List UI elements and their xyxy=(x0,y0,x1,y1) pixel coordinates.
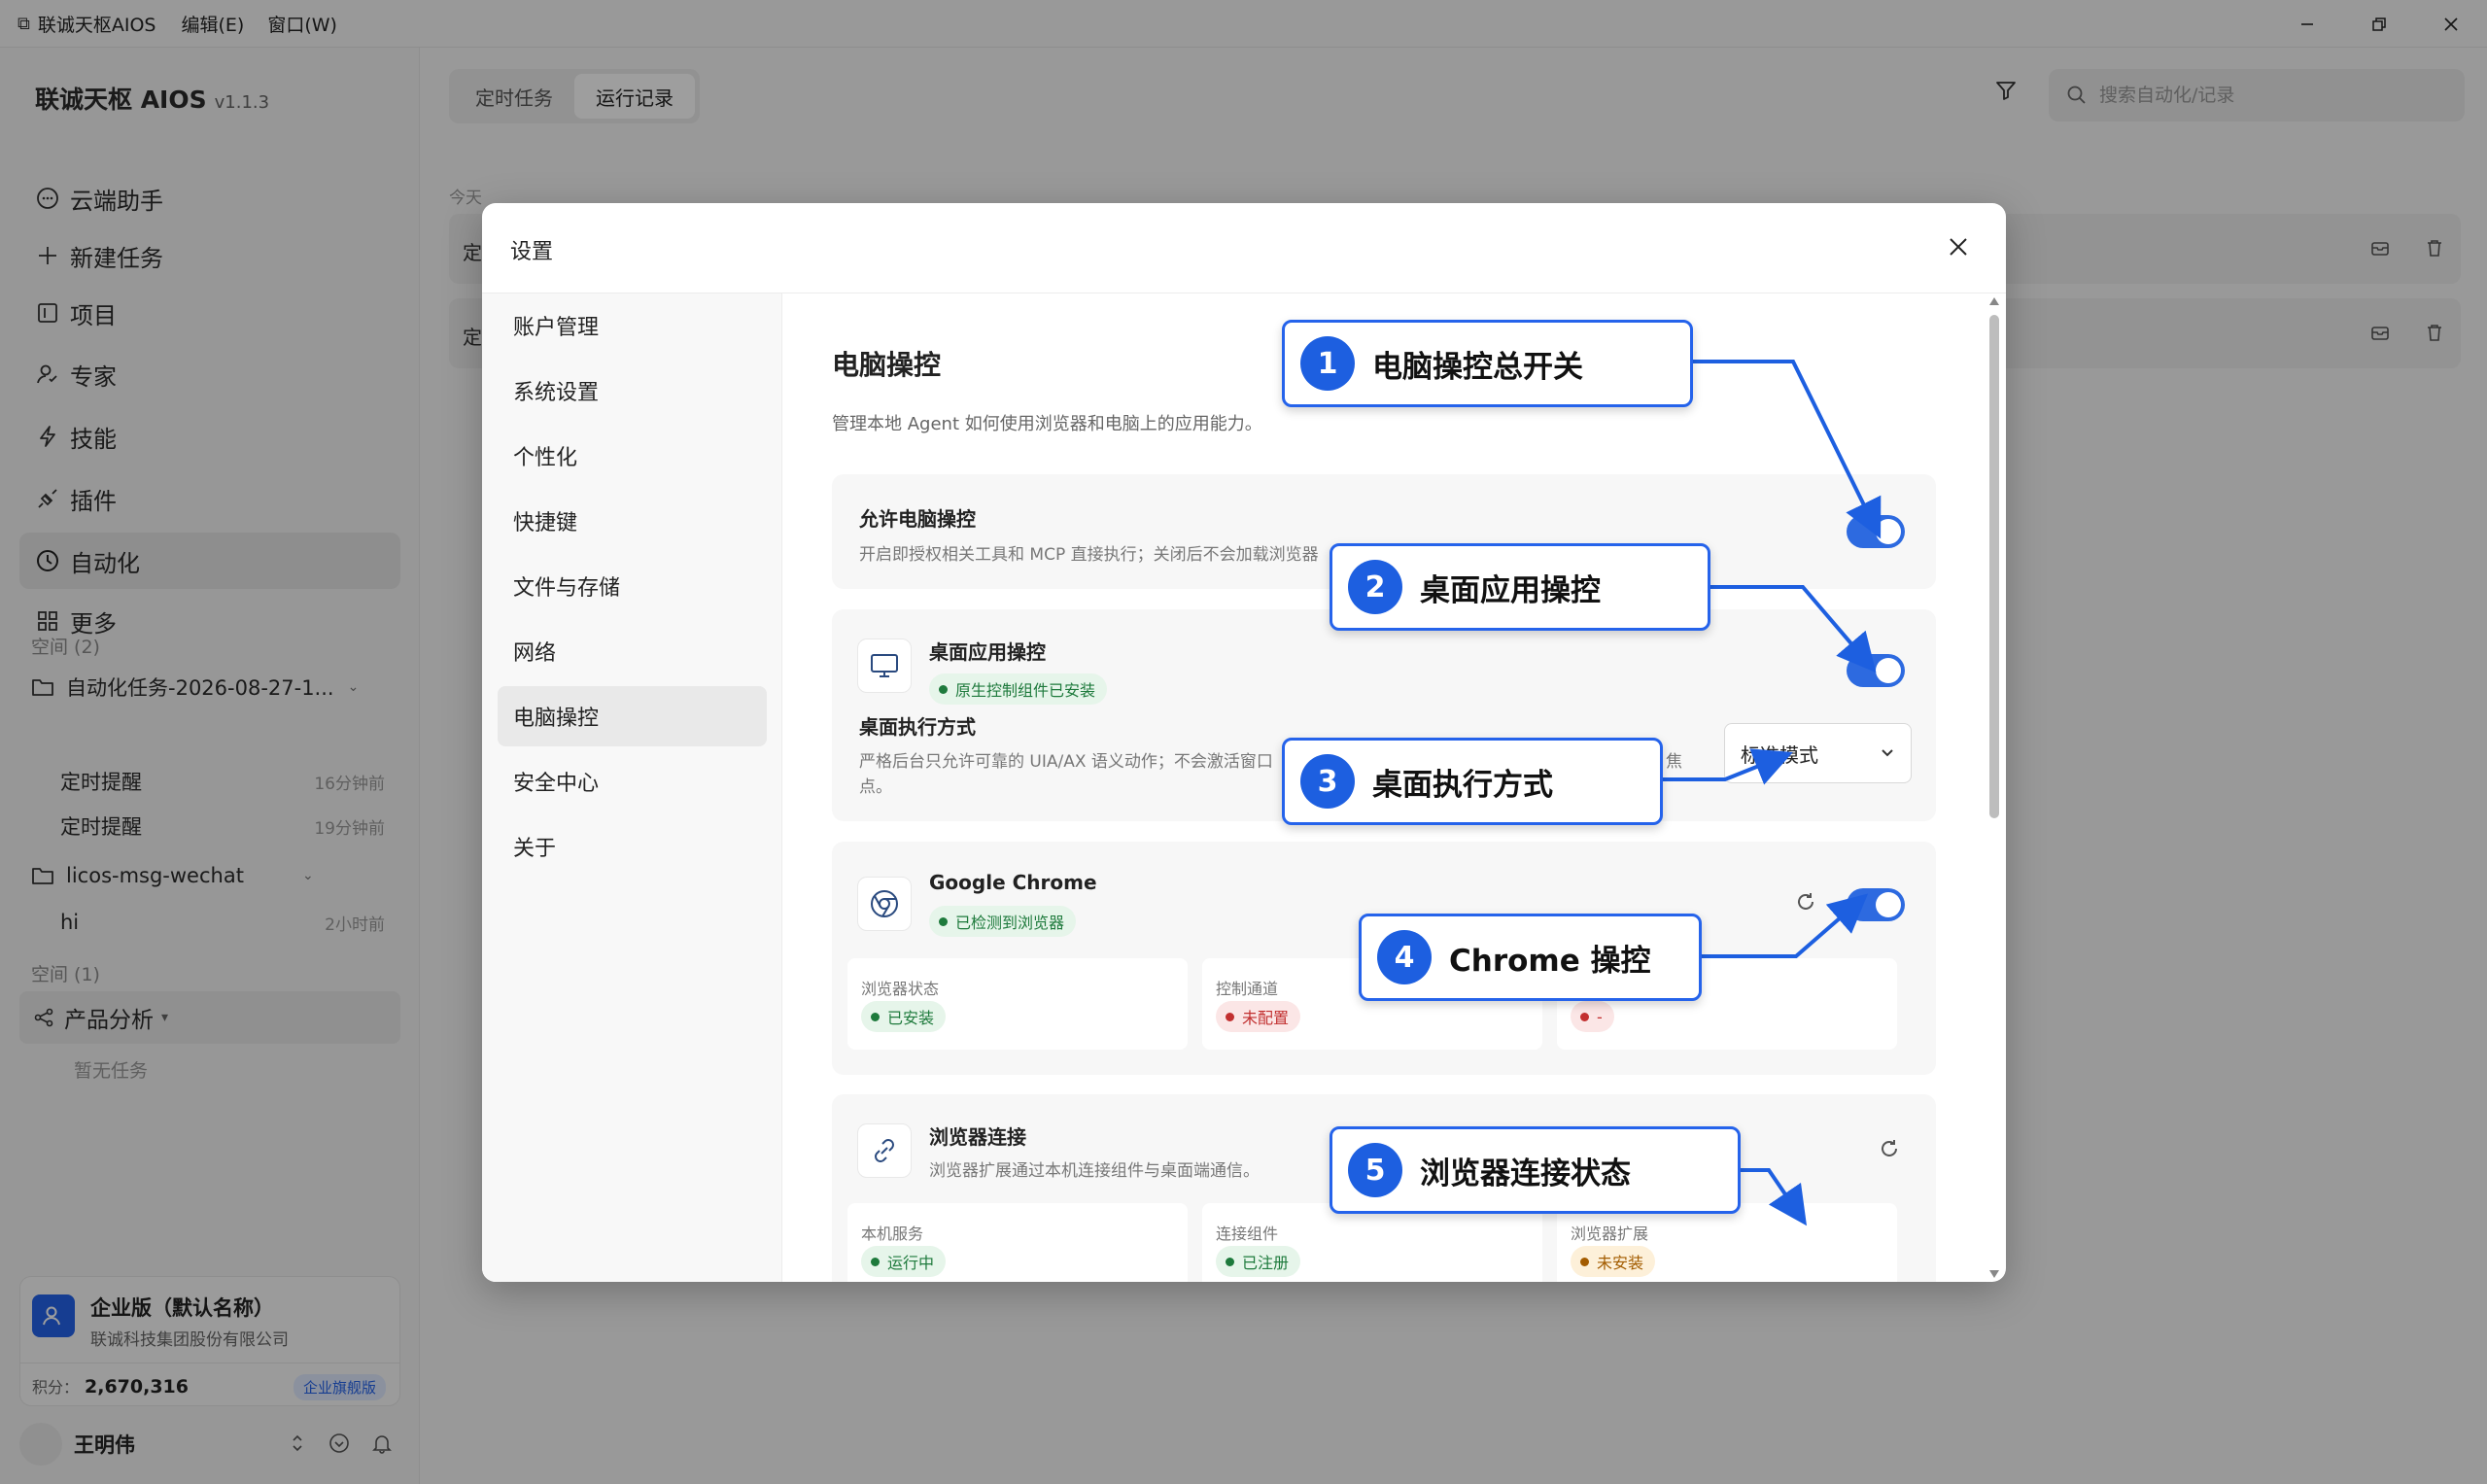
exec-mode-description-tail: 焦 xyxy=(1666,752,1682,772)
callout-text: 桌面执行方式 xyxy=(1372,767,1553,803)
settings-nav-system[interactable]: 系统设置 xyxy=(498,361,767,421)
callout-5: 5 浏览器连接状态 xyxy=(1330,1126,1741,1214)
scroll-down-icon[interactable] xyxy=(1989,1270,1999,1278)
cell-label: 连接组件 xyxy=(1216,1225,1279,1243)
settings-nav-security[interactable]: 安全中心 xyxy=(498,751,767,811)
cell-value: 未配置 xyxy=(1216,1001,1301,1032)
dialog-header: 设置 xyxy=(482,203,2006,293)
exec-mode-title: 桌面执行方式 xyxy=(859,715,976,739)
browser-status-cell: 浏览器状态 已安装 xyxy=(847,958,1188,1050)
monitor-icon xyxy=(857,638,912,693)
desktop-control-toggle[interactable] xyxy=(1847,654,1905,687)
connector-cell: 连接组件 已注册 xyxy=(1202,1203,1542,1282)
exec-mode-description-end: 点。 xyxy=(859,777,892,797)
page-description: 管理本地 Agent 如何使用浏览器和电脑上的应用能力。 xyxy=(832,414,1262,434)
scrollbar-thumb[interactable] xyxy=(1989,315,1999,818)
callout-number: 4 xyxy=(1377,930,1432,984)
callout-3: 3 桌面执行方式 xyxy=(1282,738,1663,825)
allow-title: 允许电脑操控 xyxy=(859,507,976,531)
settings-nav-about[interactable]: 关于 xyxy=(498,816,767,877)
exec-mode-select[interactable]: 标准模式 xyxy=(1724,723,1912,783)
callout-1: 1 电脑操控总开关 xyxy=(1282,320,1693,407)
settings-nav-account[interactable]: 账户管理 xyxy=(498,295,767,356)
callout-text: 桌面应用操控 xyxy=(1420,572,1601,608)
settings-nav-network[interactable]: 网络 xyxy=(498,621,767,681)
cell-label: 本机服务 xyxy=(861,1225,924,1243)
refresh-icon[interactable] xyxy=(1878,1137,1901,1160)
settings-nav-personalize[interactable]: 个性化 xyxy=(498,426,767,486)
chrome-status-badge: 已检测到浏览器 xyxy=(929,906,1077,937)
allow-control-toggle[interactable] xyxy=(1847,515,1905,548)
cell-value: 运行中 xyxy=(861,1246,947,1277)
local-service-cell: 本机服务 运行中 xyxy=(847,1203,1188,1282)
desktop-title: 桌面应用操控 xyxy=(929,640,1046,664)
chrome-icon xyxy=(857,877,912,931)
chevron-down-icon xyxy=(1882,749,1893,757)
exec-mode-value: 标准模式 xyxy=(1741,742,1818,767)
callout-number: 3 xyxy=(1300,754,1355,809)
connection-description: 浏览器扩展通过本机连接组件与桌面端通信。 xyxy=(929,1161,1260,1181)
cell-value: 未安装 xyxy=(1571,1246,1656,1277)
scroll-up-icon[interactable] xyxy=(1989,297,1999,305)
cell-value: 已安装 xyxy=(861,1001,947,1032)
callout-number: 1 xyxy=(1300,336,1355,391)
scrollbar[interactable] xyxy=(1988,293,2000,1282)
callout-number: 2 xyxy=(1348,560,1402,614)
link-icon xyxy=(857,1123,912,1178)
refresh-icon[interactable] xyxy=(1794,890,1817,914)
callout-text: Chrome 操控 xyxy=(1449,943,1651,979)
allow-description: 开启即授权相关工具和 MCP 直接执行；关闭后不会加载浏览器 xyxy=(859,545,1319,565)
cell-label: 浏览器扩展 xyxy=(1571,1225,1649,1243)
settings-nav-files[interactable]: 文件与存储 xyxy=(498,556,767,616)
cell-label: 浏览器状态 xyxy=(861,980,940,998)
connection-title: 浏览器连接 xyxy=(929,1125,1026,1149)
extension-cell: 浏览器扩展 未安装 xyxy=(1557,1203,1897,1282)
cell-value: - xyxy=(1571,1001,1614,1032)
callout-2: 2 桌面应用操控 xyxy=(1330,543,1710,631)
page-title: 电脑操控 xyxy=(832,349,942,381)
settings-nav: 账户管理 系统设置 个性化 快捷键 文件与存储 网络 电脑操控 安全中心 关于 xyxy=(482,293,782,1282)
exec-mode-description: 严格后台只允许可靠的 UIA/AX 语义动作；不会激活窗口 xyxy=(859,752,1273,772)
close-icon[interactable] xyxy=(1948,236,1969,258)
callout-text: 电脑操控总开关 xyxy=(1372,349,1583,385)
dialog-title: 设置 xyxy=(510,240,554,264)
callout-text: 浏览器连接状态 xyxy=(1420,1156,1631,1191)
settings-nav-computer-control[interactable]: 电脑操控 xyxy=(498,686,767,746)
settings-nav-shortcuts[interactable]: 快捷键 xyxy=(498,491,767,551)
callout-number: 5 xyxy=(1348,1143,1402,1197)
callout-4: 4 Chrome 操控 xyxy=(1359,914,1702,1001)
cell-value: 已注册 xyxy=(1216,1246,1301,1277)
desktop-status-badge: 原生控制组件已安装 xyxy=(929,673,1108,705)
cell-label: 控制通道 xyxy=(1216,980,1279,998)
chrome-control-toggle[interactable] xyxy=(1847,888,1905,921)
settings-dialog: 设置 账户管理 系统设置 个性化 快捷键 文件与存储 网络 电脑操控 安全中心 … xyxy=(482,203,2006,1282)
chrome-title: Google Chrome xyxy=(929,871,1097,894)
